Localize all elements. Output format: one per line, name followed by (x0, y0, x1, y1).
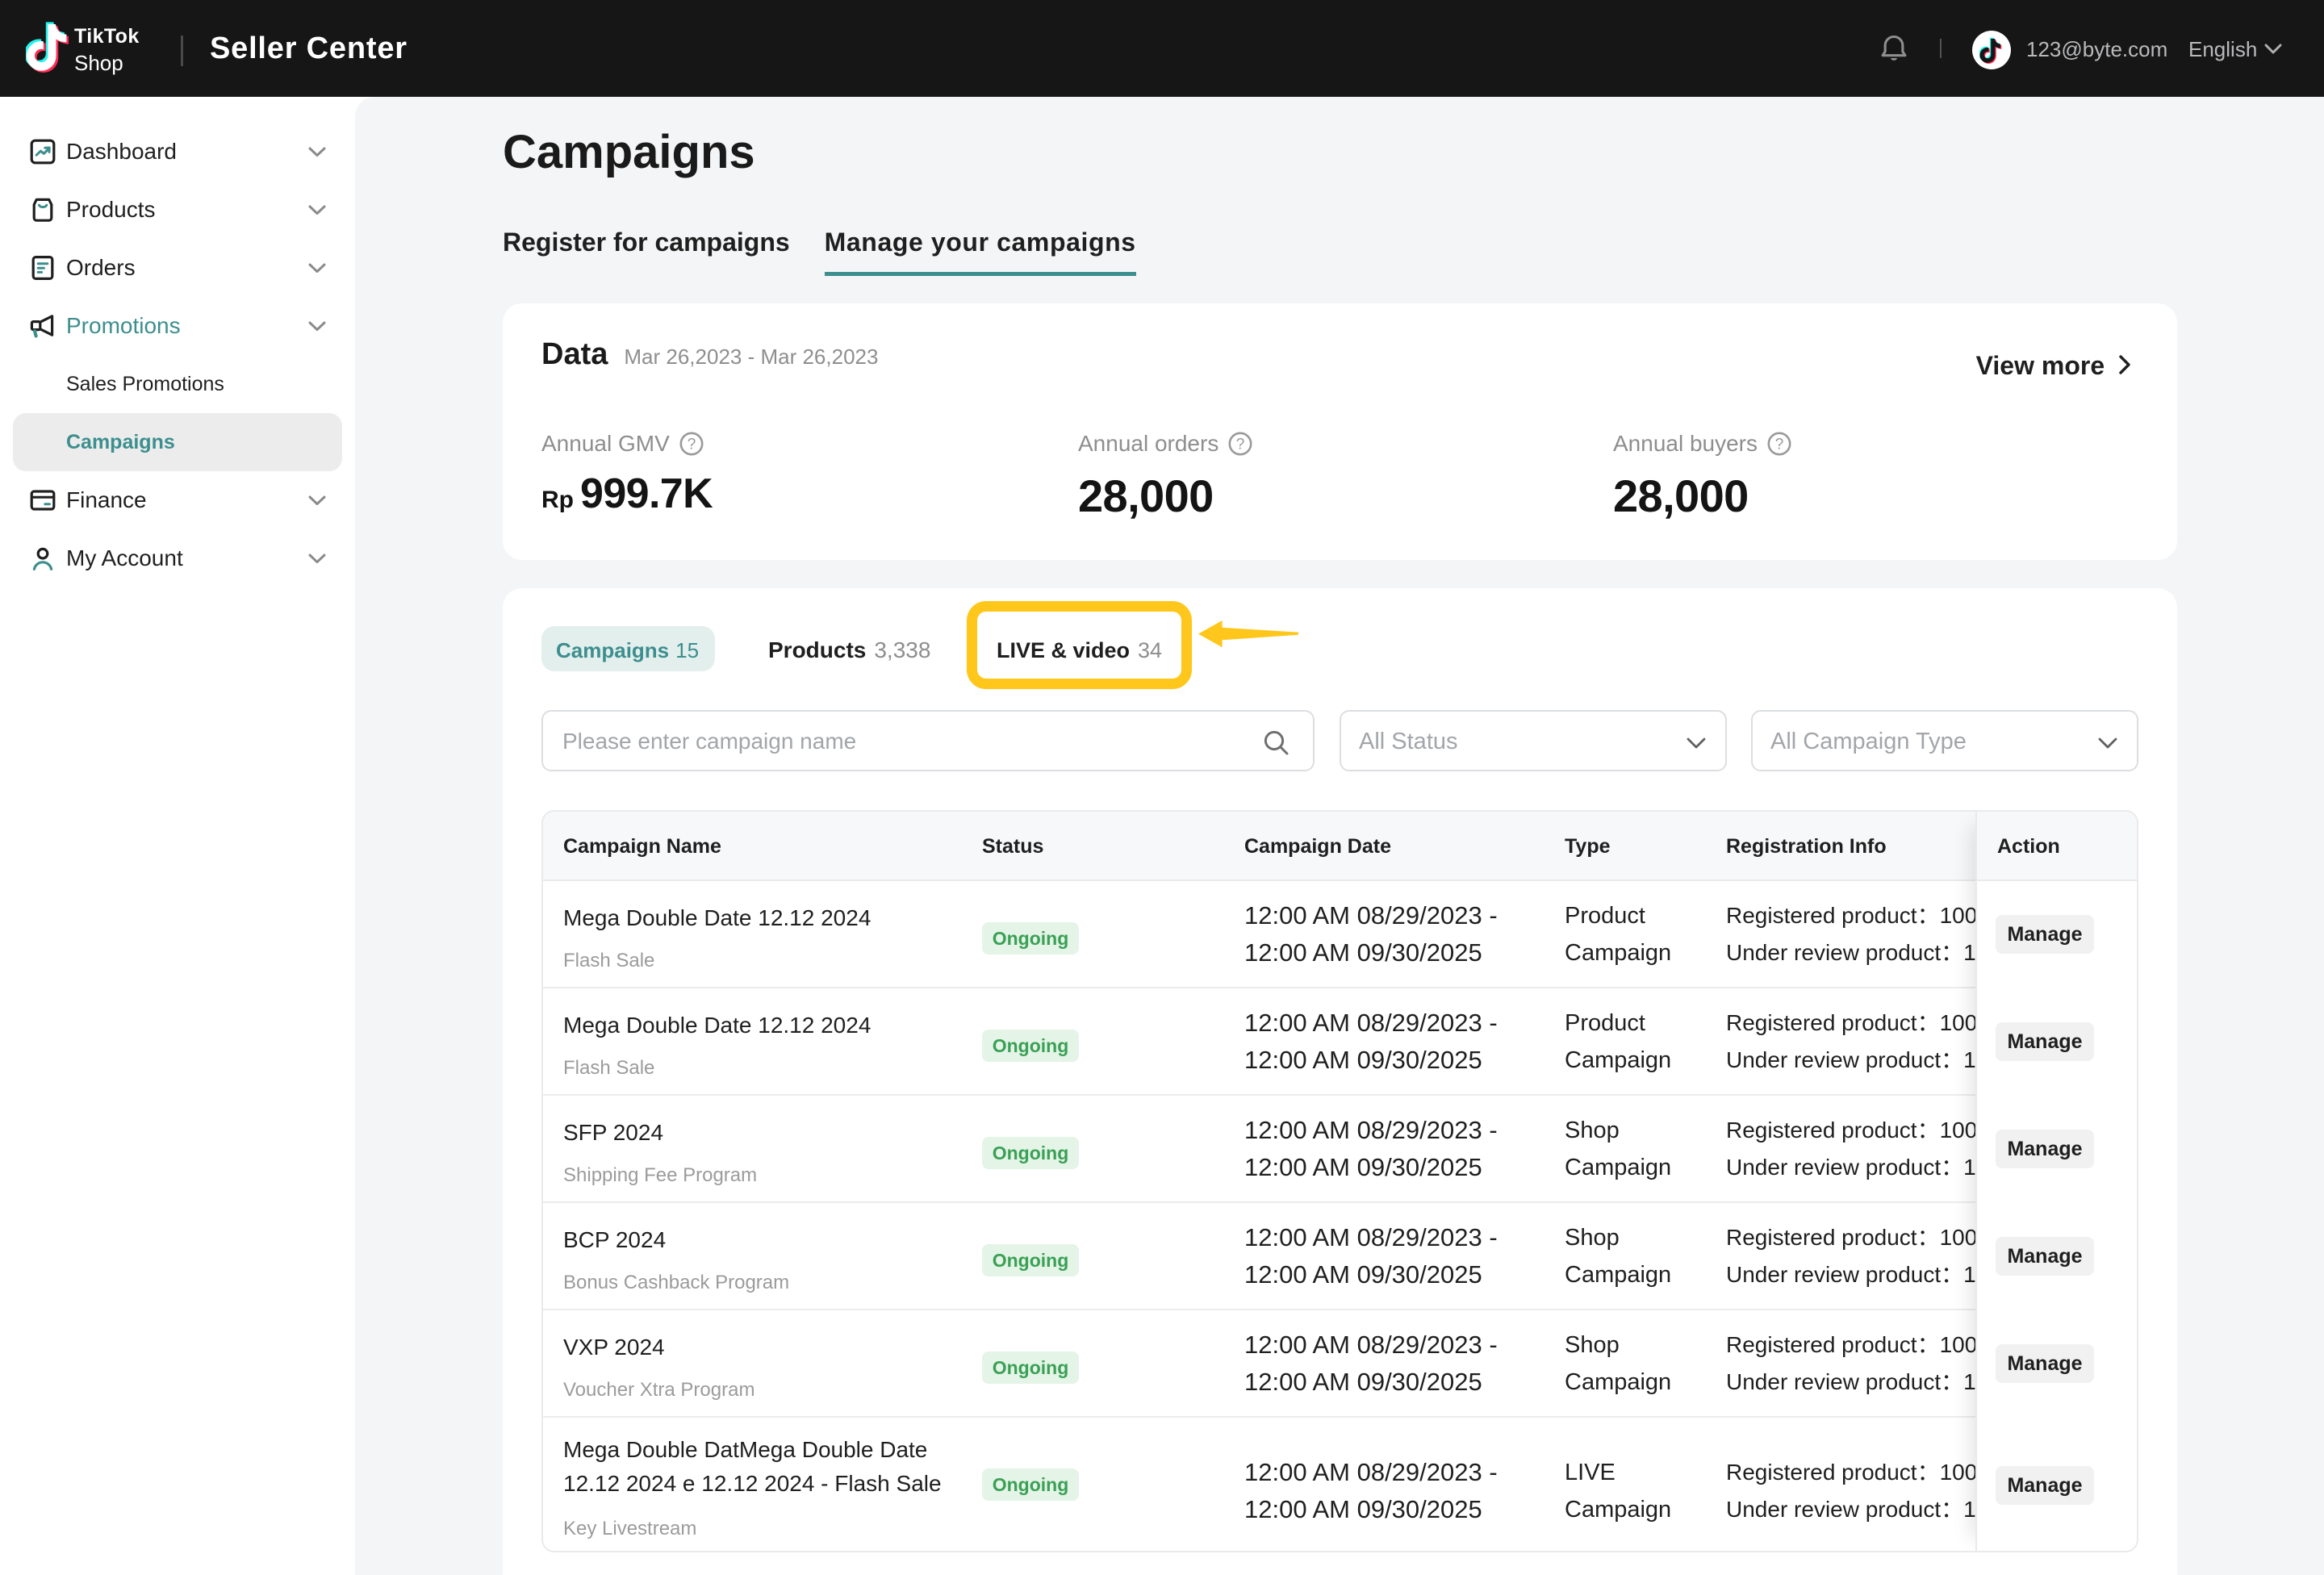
svg-text:?: ? (687, 437, 696, 453)
svg-text:?: ? (1775, 437, 1784, 453)
svg-text:?: ? (1236, 437, 1245, 453)
